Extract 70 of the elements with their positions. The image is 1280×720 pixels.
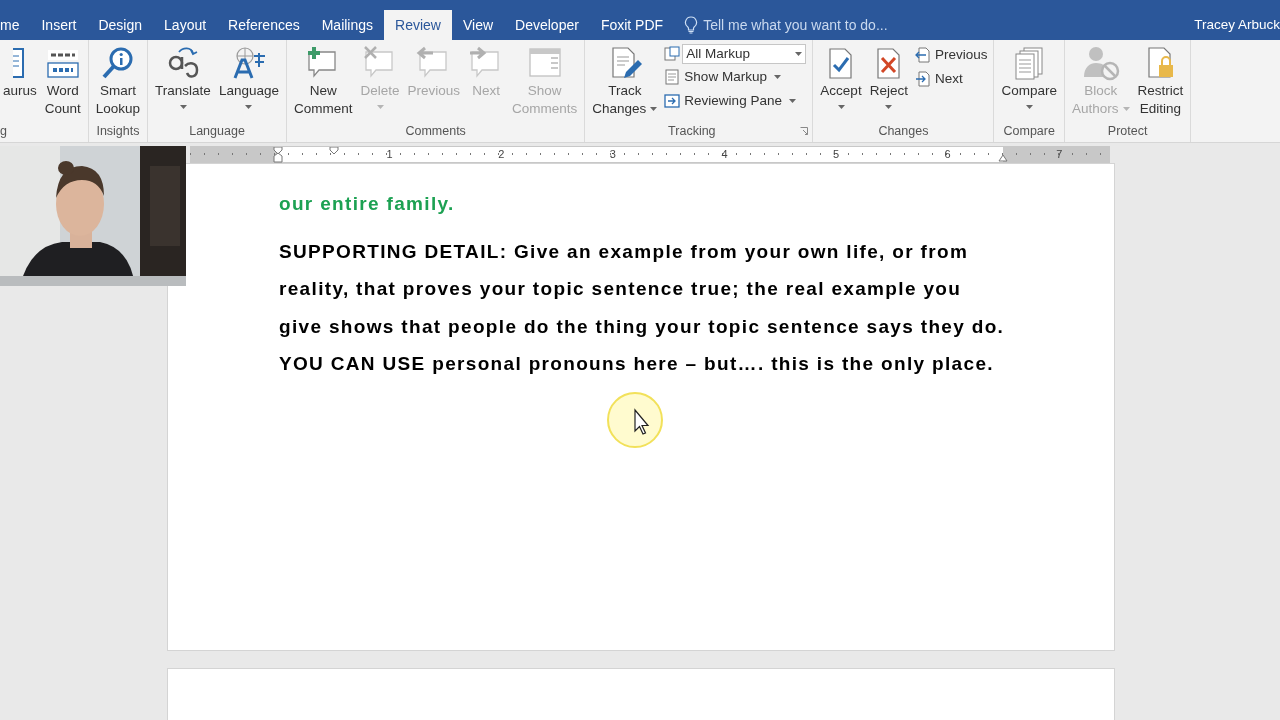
cursor-highlight-icon	[606, 391, 664, 449]
ribbon-tab[interactable]: Review	[384, 10, 452, 40]
markup-icon	[664, 46, 681, 62]
caret-icon	[795, 52, 803, 56]
group-label: Comments	[405, 123, 466, 140]
caret-icon	[245, 105, 253, 109]
ribbon-button[interactable]: Word Count	[41, 44, 84, 118]
caret-icon	[837, 105, 845, 109]
ribbon-button[interactable]: Show Markup	[664, 66, 807, 88]
dialog-launcher-icon[interactable]	[800, 127, 809, 135]
markup-dropdown[interactable]: All Markup	[682, 44, 807, 64]
ruler-number: 7	[1056, 147, 1063, 162]
caret-icon	[773, 75, 781, 79]
group-label: Tracking	[668, 123, 716, 140]
previous-change-icon	[914, 47, 931, 63]
group-label: Insights	[96, 123, 140, 140]
next-change-icon	[914, 71, 931, 87]
caret-icon	[179, 105, 187, 109]
person-blocked-icon	[1081, 45, 1120, 81]
caret-icon	[1025, 105, 1033, 109]
caret-icon	[376, 105, 384, 109]
ribbon-button[interactable]: Next	[914, 68, 988, 90]
lightbulb-icon	[684, 16, 699, 34]
group-label: Compare	[1003, 123, 1055, 140]
ribbon-tab[interactable]: Layout	[153, 10, 218, 40]
group-label: g	[0, 123, 7, 140]
tell-me-field[interactable]: Tell me what you want to do...	[703, 14, 904, 36]
ribbon-tab[interactable]: References	[217, 10, 311, 40]
search-icon	[100, 46, 135, 80]
ruler-number: 2	[498, 147, 505, 162]
ruler-number: 6	[944, 147, 951, 162]
indent-marker-icon[interactable]	[329, 147, 339, 155]
window-icon	[526, 46, 563, 80]
group-label: Language	[189, 123, 245, 140]
user-name[interactable]: Tracey Arbuck	[1194, 10, 1280, 40]
ribbon-tab[interactable]: Insert	[30, 10, 88, 40]
ruler-number: 3	[609, 147, 616, 162]
caret-icon	[650, 107, 658, 112]
ribbon-button[interactable]: aurus	[0, 44, 40, 100]
ruler-number: 1	[386, 147, 393, 162]
ribbon-button[interactable]: Track Changes	[589, 44, 661, 118]
ribbon-tab[interactable]: Design	[87, 10, 154, 40]
ribbon-tab[interactable]: me	[0, 10, 31, 40]
ribbon-button[interactable]: Compare	[998, 44, 1060, 114]
ribbon-tab[interactable]: Developer	[504, 10, 590, 40]
group-label: Changes	[878, 123, 929, 140]
ribbon-tab[interactable]: View	[451, 10, 505, 40]
ribbon-button[interactable]: Language	[215, 44, 282, 114]
ribbon-tab[interactable]: Foxit PDF	[589, 10, 675, 40]
indent-marker-icon[interactable]	[273, 147, 283, 163]
ribbon-button[interactable]: New Comment	[290, 44, 356, 118]
ribbon-tab[interactable]: Mailings	[310, 10, 385, 40]
document-icon	[664, 69, 681, 85]
caret-icon	[788, 99, 796, 103]
group-label: Protect	[1107, 123, 1148, 140]
ribbon-button[interactable]: Reject	[866, 44, 911, 114]
pane-icon	[664, 93, 681, 109]
ribbon-button[interactable]: Translate	[152, 44, 214, 114]
ruler-number: 5	[833, 147, 840, 162]
caret-icon	[1122, 107, 1130, 112]
ruler-number: 4	[721, 147, 728, 162]
ribbon-button[interactable]: Restrict Editing	[1134, 44, 1187, 118]
ribbon-button[interactable]: Smart Lookup	[92, 44, 144, 118]
caret-icon	[885, 105, 893, 109]
ribbon-button[interactable]: Accept	[817, 44, 865, 114]
ribbon-button[interactable]: Previous	[914, 44, 988, 66]
paragraph: SUPPORTING DETAIL: Give an example from your own life, or from reality, that proves your topic sentence true; the real example you give shows that people do the thing your topic sentence says they do. YOU CAN USE personal pronouns here – but…. this is the only place.	[279, 239, 1006, 376]
ribbon-button[interactable]: Reviewing Pane	[664, 90, 807, 112]
ruler[interactable]: 1 2 3 4 5 6 7	[190, 146, 1110, 163]
paragraph: our entire family.	[279, 192, 456, 216]
